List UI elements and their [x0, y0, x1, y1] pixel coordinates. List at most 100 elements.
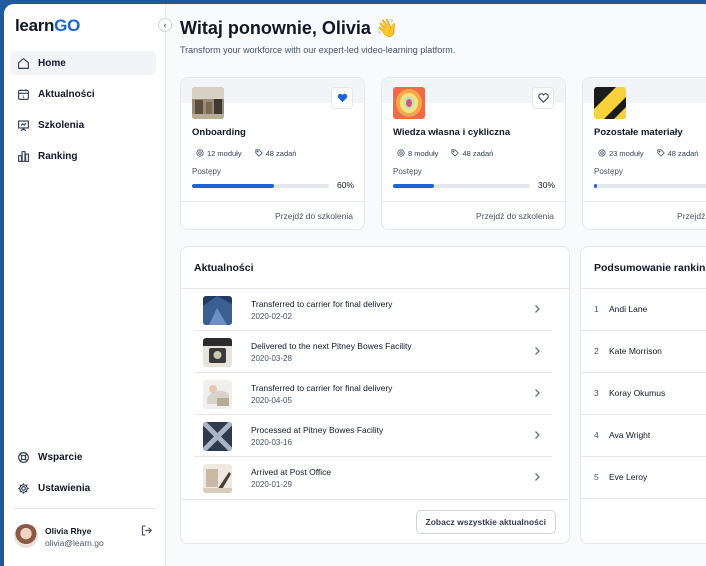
news-date: 2020-02-02 [251, 312, 292, 321]
rank-number: 2 [594, 346, 599, 356]
sidebar-item-settings[interactable]: Ustawienia [10, 476, 156, 500]
news-item[interactable]: Transferred to carrier for final deliver… [194, 373, 552, 415]
sidebar-item-label: Home [38, 57, 66, 69]
page-subtitle: Transform your workforce with our expert… [180, 45, 456, 55]
user-profile[interactable]: Olivia Rhye olivia@learn.go [14, 522, 156, 552]
progress-label: Postępy [594, 167, 623, 176]
avatar[interactable] [14, 524, 38, 548]
tasks-badge: 48 zadań [653, 146, 703, 160]
go-to-training-link[interactable]: Przejdź do szkolenia [476, 211, 554, 221]
divider [583, 201, 706, 202]
progress-fill [192, 184, 275, 188]
collapse-sidebar-button[interactable]: ‹ [158, 18, 172, 32]
news-thumbnail [203, 296, 232, 325]
course-card[interactable]: Wiedza własna i cykliczna 8 moduły 48 za… [381, 77, 566, 230]
divider [14, 508, 156, 509]
sidebar-item-trainings[interactable]: Szkolenia [10, 113, 156, 137]
news-panel-title: Aktualności [194, 262, 254, 274]
sidebar-item-support[interactable]: Wsparcie [10, 445, 156, 469]
tasks-badge: 48 zadań [251, 146, 301, 160]
progress-value: 60% [337, 180, 355, 190]
lifebuoy-icon [18, 451, 29, 463]
course-meta: 23 moduły 48 zadań [594, 146, 702, 160]
news-thumbnail [203, 422, 232, 451]
favorite-button[interactable] [532, 87, 554, 109]
news-thumbnail [203, 464, 232, 493]
app-window: learnGO Home 1 Aktualności Szkolenia Ran… [4, 4, 706, 566]
course-thumbnail [393, 87, 425, 119]
progress-value: 30% [538, 180, 556, 190]
ranking-row[interactable]: 4 Ava Wright [581, 415, 706, 457]
favorite-button[interactable] [331, 87, 353, 109]
ranking-panel: Podsumowanie rankingu 1 Andi Lane 2 Kate… [580, 246, 706, 544]
ranking-row[interactable]: 5 Eve Leroy [581, 457, 706, 499]
chevron-right-icon [535, 389, 540, 397]
progress-bar [594, 184, 706, 188]
logo[interactable]: learnGO [15, 16, 80, 36]
news-title: Processed at Pitney Bowes Facility [251, 425, 384, 435]
user-email: olivia@learn.go [45, 538, 104, 548]
home-icon [18, 57, 29, 69]
sidebar-item-label: Ustawienia [38, 482, 91, 494]
course-thumbnail [594, 87, 626, 119]
divider [382, 201, 565, 202]
news-item[interactable]: Processed at Pitney Bowes Facility 2020-… [194, 415, 552, 457]
presentation-icon [18, 119, 29, 131]
rank-number: 5 [594, 472, 599, 482]
news-item[interactable]: Transferred to carrier for final deliver… [194, 289, 552, 331]
news-date: 2020-01-29 [251, 480, 292, 489]
heart-outline-icon [537, 93, 549, 103]
news-item[interactable]: Delivered to the next Pitney Bowes Facil… [194, 331, 552, 373]
chevron-right-icon [535, 347, 540, 355]
logout-icon[interactable] [140, 524, 153, 537]
chevron-right-icon [535, 431, 540, 439]
sidebar-item-label: Ranking [38, 150, 78, 162]
news-date: 2020-04-05 [251, 396, 292, 405]
course-thumbnail [192, 87, 224, 119]
course-meta: 8 moduły 48 zadań [393, 146, 497, 160]
ranking-row[interactable]: 1 Andi Lane [581, 289, 706, 331]
chevron-right-icon [535, 305, 540, 313]
modules-badge: 12 moduły [192, 146, 246, 160]
news-title: Transferred to carrier for final deliver… [251, 299, 393, 309]
see-all-news-button[interactable]: Zobacz wszystkie aktualności [415, 510, 556, 534]
course-meta: 12 moduły 48 zadań [192, 146, 300, 160]
chevron-right-icon [535, 473, 540, 481]
target-icon [196, 149, 204, 157]
bar-chart-icon [18, 150, 30, 162]
target-icon [397, 149, 405, 157]
tasks-badge: 48 zadań [447, 146, 497, 160]
sidebar-item-news[interactable]: 1 Aktualności [10, 82, 156, 106]
modules-badge: 23 moduły [594, 146, 648, 160]
ranking-row[interactable]: 3 Koray Okumus [581, 373, 706, 415]
sidebar-item-label: Szkolenia [38, 119, 85, 131]
course-title: Pozostałe materiały [594, 127, 683, 138]
go-to-training-link[interactable]: Przejdź do szkolenia [677, 211, 706, 221]
rank-number: 4 [594, 430, 599, 440]
main-content: Witaj ponownie, Olivia 👋 Transform your … [167, 4, 706, 566]
progress-label: Postępy [192, 167, 221, 176]
rank-name: Eve Leroy [609, 472, 648, 482]
course-card[interactable]: Onboarding 12 moduły 48 zadań Postępy 60… [180, 77, 365, 230]
calendar-icon: 1 [18, 88, 29, 100]
sidebar-item-home[interactable]: Home [10, 51, 156, 75]
user-name: Olivia Rhye [45, 526, 92, 536]
sidebar-nav: Home 1 Aktualności Szkolenia Ranking [10, 51, 156, 175]
course-card[interactable]: Pozostałe materiały 23 moduły 48 zadań P… [582, 77, 706, 230]
modules-badge: 8 moduły [393, 146, 442, 160]
sidebar-bottom-nav: Wsparcie Ustawienia [10, 445, 156, 507]
news-title: Transferred to carrier for final deliver… [251, 383, 393, 393]
progress-bar [192, 184, 329, 188]
news-title: Delivered to the next Pitney Bowes Facil… [251, 341, 412, 351]
ranking-panel-title: Podsumowanie rankingu [594, 262, 706, 274]
progress-fill [594, 184, 597, 188]
ranking-row[interactable]: 2 Kate Morrison [581, 331, 706, 373]
news-item[interactable]: Arrived at Post Office 2020-01-29 [194, 457, 552, 499]
rank-number: 1 [594, 304, 599, 314]
news-date: 2020-03-28 [251, 354, 292, 363]
sidebar-item-ranking[interactable]: Ranking [10, 144, 156, 168]
news-thumbnail [203, 380, 232, 409]
svg-text:1: 1 [22, 94, 25, 99]
go-to-training-link[interactable]: Przejdź do szkolenia [275, 211, 353, 221]
rank-name: Ava Wright [609, 430, 651, 440]
